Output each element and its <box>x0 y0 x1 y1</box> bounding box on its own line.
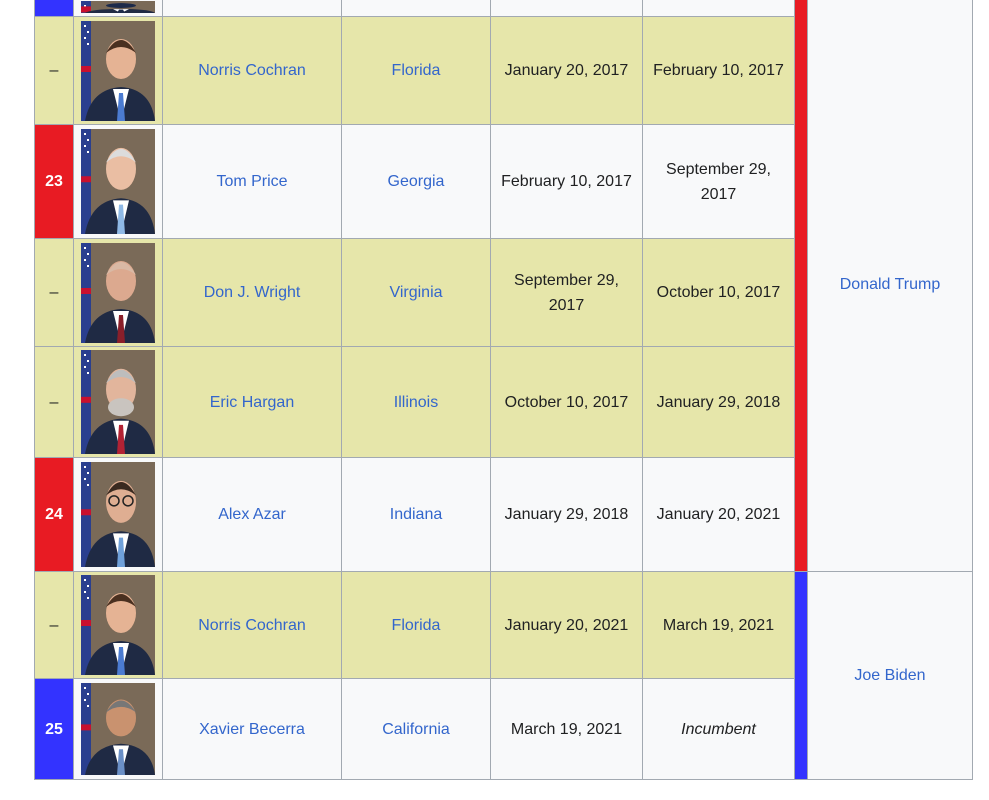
secretary-number: 25 <box>34 678 74 780</box>
state-link[interactable]: Georgia <box>388 173 445 190</box>
state-link[interactable]: Florida <box>392 617 441 634</box>
name-cell: Norris Cochran <box>162 16 342 125</box>
term-start-date: January 20, 2021 <box>490 571 643 679</box>
state-cell: Virginia <box>341 238 491 347</box>
term-end-date: February 10, 2017 <box>642 16 795 125</box>
state-link[interactable]: Florida <box>392 62 441 79</box>
state-cell: Indiana <box>341 457 491 572</box>
portrait-cell <box>73 678 163 780</box>
portrait-cell <box>73 0 163 17</box>
secretary-name-link[interactable]: Don J. Wright <box>204 284 301 301</box>
term-start-date <box>490 0 643 17</box>
term-start-date: February 10, 2017 <box>490 124 643 239</box>
term-start-date: March 19, 2021 <box>490 678 643 780</box>
president-name-link[interactable]: Joe Biden <box>854 667 925 684</box>
state-link[interactable]: California <box>382 721 450 738</box>
party-color-bar <box>794 571 808 780</box>
portrait-image[interactable] <box>81 20 155 121</box>
secretary-name-link[interactable]: Xavier Becerra <box>199 721 305 738</box>
secretary-name-link[interactable]: Norris Cochran <box>198 62 306 79</box>
secretary-name-link[interactable]: Tom Price <box>216 173 287 190</box>
portrait-image[interactable] <box>81 462 155 567</box>
term-start-date: September 29, 2017 <box>490 238 643 347</box>
name-cell: Xavier Becerra <box>162 678 342 780</box>
term-end-date <box>642 0 795 17</box>
term-end-date: September 29, 2017 <box>642 124 795 239</box>
term-start-date: January 20, 2017 <box>490 16 643 125</box>
state-cell: Illinois <box>341 346 491 458</box>
portrait-cell <box>73 457 163 572</box>
term-end-date: March 19, 2021 <box>642 571 795 679</box>
secretary-number: – <box>34 16 74 125</box>
president-cell: Joe Biden <box>807 571 973 780</box>
term-start-date: October 10, 2017 <box>490 346 643 458</box>
name-cell: Alex Azar <box>162 457 342 572</box>
name-cell: Tom Price <box>162 124 342 239</box>
portrait-image[interactable] <box>81 129 155 234</box>
state-cell: Florida <box>341 571 491 679</box>
table-row: – Norris Cochran Florida January 20, 2021 Ma… <box>34 571 973 780</box>
term-end-date: January 20, 2021 <box>642 457 795 572</box>
portrait-image[interactable] <box>81 350 155 454</box>
state-cell: California <box>341 678 491 780</box>
portrait-image[interactable] <box>81 242 155 343</box>
portrait-image[interactable] <box>81 0 155 13</box>
state-cell: Georgia <box>341 124 491 239</box>
secretary-number: – <box>34 571 74 679</box>
secretary-number: – <box>34 238 74 347</box>
name-cell: Eric Hargan <box>162 346 342 458</box>
portrait-cell <box>73 346 163 458</box>
state-cell <box>341 0 491 17</box>
name-cell: Don J. Wright <box>162 238 342 347</box>
portrait-cell <box>73 124 163 239</box>
portrait-image[interactable] <box>81 575 155 675</box>
name-cell: Norris Cochran <box>162 571 342 679</box>
secretaries-table: Donald Trump – Norris Cochran Florida Januar… <box>34 0 973 780</box>
state-link[interactable]: Indiana <box>390 506 443 523</box>
secretary-number: 24 <box>34 457 74 572</box>
secretary-name-link[interactable]: Norris Cochran <box>198 617 306 634</box>
name-cell <box>162 0 342 17</box>
portrait-image[interactable] <box>81 683 155 775</box>
term-end-date: January 29, 2018 <box>642 346 795 458</box>
state-link[interactable]: Virginia <box>389 284 442 301</box>
portrait-cell <box>73 571 163 679</box>
term-end-date: October 10, 2017 <box>642 238 795 347</box>
president-cell: Donald Trump <box>807 0 973 572</box>
secretary-name-link[interactable]: Alex Azar <box>218 506 286 523</box>
secretary-number <box>34 0 74 17</box>
portrait-cell <box>73 238 163 347</box>
president-name-link[interactable]: Donald Trump <box>840 276 941 293</box>
term-start-date: January 29, 2018 <box>490 457 643 572</box>
table-row: Donald Trump <box>34 0 973 572</box>
term-end-date: Incumbent <box>642 678 795 780</box>
portrait-cell <box>73 16 163 125</box>
secretary-number: 23 <box>34 124 74 239</box>
state-cell: Florida <box>341 16 491 125</box>
state-link[interactable]: Illinois <box>394 394 438 411</box>
secretary-name-link[interactable]: Eric Hargan <box>210 394 294 411</box>
party-color-bar <box>794 0 808 572</box>
secretary-number: – <box>34 346 74 458</box>
